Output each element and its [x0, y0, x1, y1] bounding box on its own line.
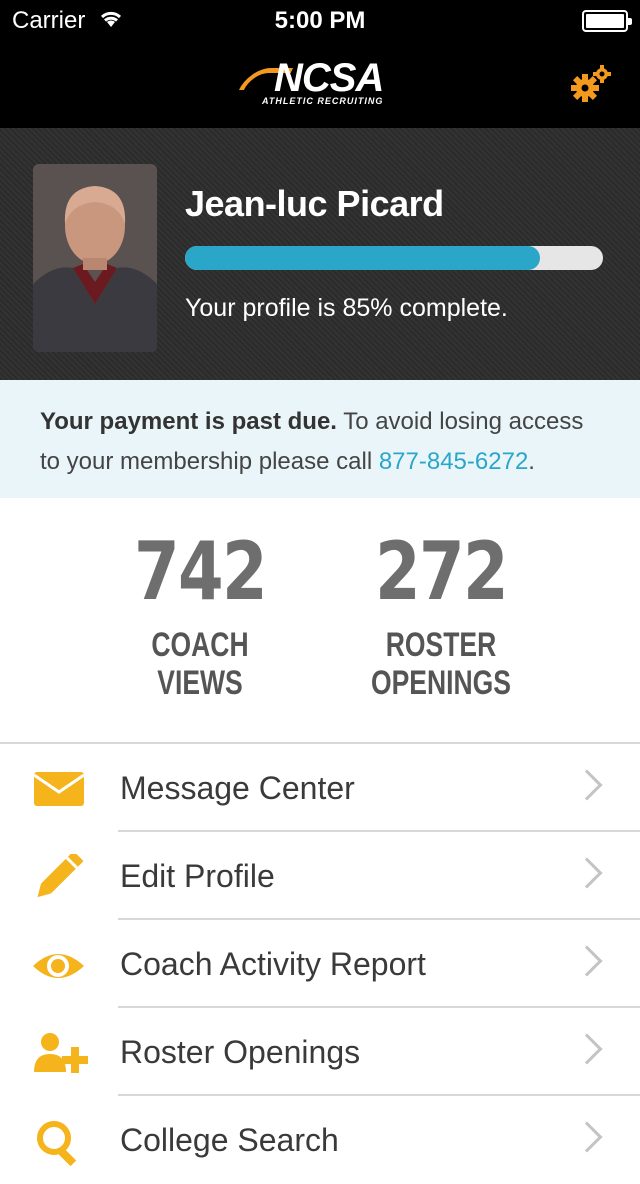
roster-openings-stat[interactable]: 272 ROSTER OPENINGS [321, 525, 561, 703]
avatar[interactable] [33, 164, 157, 352]
profile-progress-text: Your profile is 85% complete. [185, 294, 508, 322]
menu-item-edit-profile[interactable]: Edit Profile [0, 832, 640, 920]
menu-item-label: College Search [120, 1122, 339, 1158]
menu-item-label: Coach Activity Report [120, 946, 426, 982]
menu-item-label: Message Center [120, 770, 355, 806]
stat-value: 742 [133, 525, 268, 618]
nav-bar: NCSA ATHLETIC RECRUITING [0, 40, 640, 128]
profile-progress-fill [185, 246, 541, 270]
chevron-right-icon [571, 1033, 603, 1065]
notice-bold-text: Your payment is past due. [40, 408, 337, 435]
ncsa-logo[interactable]: NCSA ATHLETIC RECRUITING [238, 56, 400, 110]
coach-views-stat[interactable]: 742 COACH VIEWS [80, 525, 320, 703]
menu-item-label: Edit Profile [120, 858, 275, 894]
envelope-icon [30, 766, 90, 814]
main-menu: Message Center Edit Profile Coach Activi… [0, 742, 640, 1184]
profile-progress-bar [185, 246, 603, 270]
stat-label: COACH VIEWS [151, 626, 249, 702]
stat-value: 272 [374, 525, 509, 618]
eye-icon [30, 942, 90, 990]
stat-label: ROSTER OPENINGS [370, 626, 511, 702]
stats-panel: 742 COACH VIEWS 272 ROSTER OPENINGS [0, 498, 640, 742]
chevron-right-icon [571, 945, 603, 977]
notice-end: . [528, 448, 535, 475]
profile-name: Jean-luc Picard [185, 183, 444, 224]
menu-item-college-search[interactable]: College Search [0, 1096, 640, 1184]
clock: 5:00 PM [274, 7, 366, 34]
pencil-icon [30, 851, 90, 902]
settings-gear-icon[interactable] [570, 64, 614, 104]
menu-item-message-center[interactable]: Message Center [0, 744, 640, 832]
chevron-right-icon [571, 1121, 603, 1153]
battery-icon [582, 10, 632, 32]
menu-item-roster-openings[interactable]: Roster Openings [0, 1008, 640, 1096]
chevron-right-icon [571, 769, 603, 801]
payment-notice: Your payment is past due. To avoid losin… [0, 380, 640, 498]
menu-item-coach-activity-report[interactable]: Coach Activity Report [0, 920, 640, 1008]
menu-item-label: Roster Openings [120, 1034, 361, 1070]
add-user-icon [30, 1030, 90, 1078]
status-bar: Carrier 5:00 PM [0, 0, 640, 40]
profile-header: Jean-luc Picard Your profile is 85% comp… [0, 128, 640, 380]
chevron-right-icon [571, 857, 603, 889]
search-icon [30, 1118, 90, 1167]
phone-link[interactable]: 877-845-6272 [379, 448, 528, 475]
